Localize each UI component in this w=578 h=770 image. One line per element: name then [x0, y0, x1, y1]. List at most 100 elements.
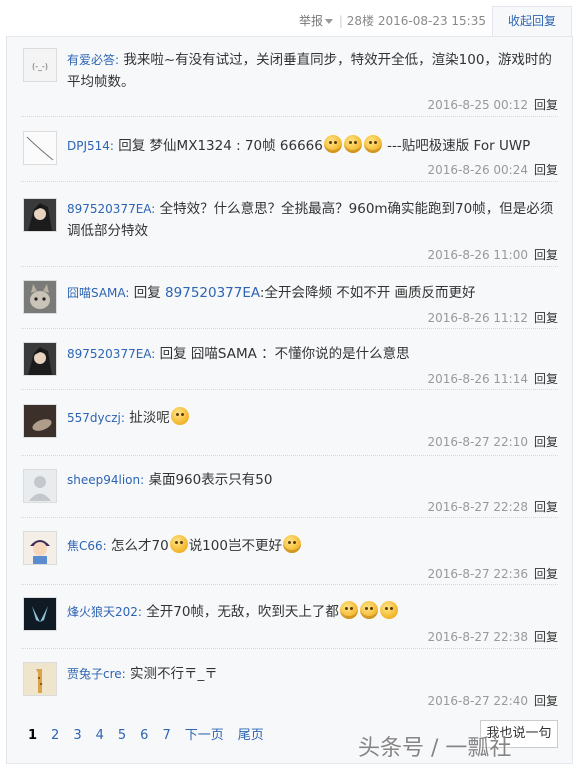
chevron-down-icon[interactable]: [325, 18, 334, 24]
face-icon[interactable]: (-_-): [23, 48, 57, 82]
page-link[interactable]: 2: [51, 728, 59, 743]
reply-item: 897520377EA: 回复 囧喵SAMA ：不懂你说的是什么意思 2016-…: [7, 329, 572, 390]
reply-content: 557dyczj: 扯淡呢: [67, 407, 556, 429]
svg-text:(-_-): (-_-): [32, 62, 48, 71]
reply-time: 2016-8-27 22:28: [427, 500, 528, 514]
reply-button[interactable]: 回复: [534, 248, 558, 262]
reply-item: 897520377EA: 全特效？什么意思？全挑最高？960m确实能跑到70帧，…: [7, 182, 572, 267]
reply-button[interactable]: 回复: [534, 500, 558, 514]
reply-text: 说100岂不更好: [188, 538, 282, 554]
giraffe-avatar-icon[interactable]: [23, 662, 57, 696]
reply-text: 回复 梦仙MX1324 : 70帧 66666: [118, 138, 323, 154]
page-link[interactable]: 5: [118, 728, 126, 743]
reply-username[interactable]: 557dyczj:: [67, 411, 125, 425]
floor-number: 28楼: [346, 14, 375, 28]
reply-button[interactable]: 回复: [534, 567, 558, 581]
reply-time: 2016-8-26 11:12: [427, 311, 528, 325]
reply-username[interactable]: 焦C66:: [67, 539, 107, 553]
reply-text: 我来啦~有没有试过，关闭垂直同步，特效开全低，渲染100，游戏时的平均帧数。: [67, 52, 552, 90]
reply-content: sheep94lion: 桌面960表示只有50: [67, 469, 556, 491]
collapse-replies-button[interactable]: 收起回复: [492, 6, 572, 37]
reply-content: DPJ514: 回复 梦仙MX1324 : 70帧 66666 ---贴吧极速版…: [67, 135, 556, 157]
reply-time: 2016-8-25 00:12: [427, 98, 528, 112]
surprised-emoji-icon: [170, 407, 189, 425]
reply-username[interactable]: sheep94lion:: [67, 473, 144, 487]
reply-username[interactable]: 烽火狼天202:: [67, 605, 142, 619]
reply-meta: 2016-8-27 22:10 回复: [427, 433, 558, 450]
page-link[interactable]: 7: [162, 728, 170, 743]
post-footer-bar: 举报 | 28楼 2016-08-23 15:35 收起回复: [0, 0, 578, 37]
reply-time: 2016-8-26 11:00: [427, 248, 528, 262]
page-link-current[interactable]: 1: [28, 728, 37, 743]
dark-avatar-icon[interactable]: [23, 404, 57, 438]
reply-username[interactable]: DPJ514:: [67, 139, 114, 153]
mention-link[interactable]: 897520377EA: [165, 285, 260, 301]
reply-text: :全开会降频 不如不开 画质反而更好: [259, 285, 476, 301]
reply-meta: 2016-8-26 11:12 回复: [427, 309, 558, 326]
reply-button[interactable]: 回复: [534, 694, 558, 708]
post-meta: 举报 | 28楼 2016-08-23 15:35: [299, 12, 486, 29]
reply-button[interactable]: 回复: [534, 630, 558, 644]
smile-emoji-icon: [359, 601, 378, 619]
reply-time: 2016-8-27 22:10: [427, 435, 528, 449]
reply-meta: 2016-8-27 22:28 回复: [427, 498, 558, 515]
reply-username[interactable]: 贾兔子cre:: [67, 667, 126, 681]
post-time: 2016-08-23 15:35: [377, 14, 486, 28]
line-icon[interactable]: [23, 131, 57, 165]
reply-username[interactable]: 897520377EA:: [67, 202, 155, 216]
divider: |: [338, 14, 343, 28]
reply-suffix: ---贴吧极速版 For UWP: [387, 138, 531, 154]
reply-content: 焦C66: 怎么才70 说100岂不更好: [67, 535, 556, 557]
reply-item: 焦C66: 怎么才70 说100岂不更好 2016-8-27 22:36 回复: [7, 518, 572, 585]
smile-emoji-icon: [323, 135, 342, 153]
reply-username[interactable]: 897520377EA:: [67, 347, 155, 361]
reply-username[interactable]: 有爱必答:: [67, 53, 119, 67]
reply-text: 扯淡呢: [129, 410, 170, 426]
reply-content: 囧喵SAMA: 回复 897520377EA:全开会降频 不如不开 画质反而更好: [67, 282, 556, 304]
reply-content: 897520377EA: 全特效？什么意思？全挑最高？960m确实能跑到70帧，…: [67, 198, 556, 242]
reply-meta: 2016-8-27 22:38 回复: [427, 628, 558, 645]
cat-avatar-icon[interactable]: [23, 280, 57, 314]
reply-item: DPJ514: 回复 梦仙MX1324 : 70帧 66666 ---贴吧极速版…: [7, 117, 572, 182]
reply-button[interactable]: 回复: [534, 311, 558, 325]
reply-item: 囧喵SAMA: 回复 897520377EA:全开会降频 不如不开 画质反而更好…: [7, 267, 572, 329]
smile-emoji-icon: [343, 135, 362, 153]
reply-content: 897520377EA: 回复 囧喵SAMA ：不懂你说的是什么意思: [67, 343, 556, 365]
reply-button[interactable]: 回复: [534, 98, 558, 112]
wings-avatar-icon[interactable]: [23, 597, 57, 631]
reply-time: 2016-8-27 22:38: [427, 630, 528, 644]
reply-prefix: 回复: [133, 285, 166, 301]
report-button[interactable]: 举报: [299, 14, 323, 28]
cartoon-boy-icon[interactable]: [23, 531, 57, 565]
page-link[interactable]: 3: [73, 728, 81, 743]
reply-content: 有爱必答: 我来啦~有没有试过，关闭垂直同步，特效开全低，渲染100，游戏时的平…: [67, 49, 556, 93]
reply-item: (-_-) 有爱必答: 我来啦~有没有试过，关闭垂直同步，特效开全低，渲染100…: [7, 37, 572, 117]
reply-button[interactable]: 回复: [534, 435, 558, 449]
anime-avatar-icon[interactable]: [23, 198, 57, 232]
default-user-icon[interactable]: [23, 469, 57, 503]
reply-text: 桌面960表示只有50: [148, 472, 273, 488]
page-link[interactable]: 6: [140, 728, 148, 743]
reply-meta: 2016-8-25 00:12 回复: [427, 96, 558, 113]
last-page-link[interactable]: 尾页: [238, 728, 264, 743]
page-link[interactable]: 4: [96, 728, 104, 743]
smile-emoji-icon: [363, 135, 382, 153]
reply-text: 实测不行〒_〒: [130, 666, 218, 682]
reply-button[interactable]: 回复: [534, 372, 558, 386]
reply-meta: 2016-8-27 22:36 回复: [427, 565, 558, 582]
pagination: 1 2 3 4 5 6 7 下一页 尾页: [28, 724, 278, 743]
reply-button[interactable]: 回复: [534, 163, 558, 177]
reply-meta: 2016-8-26 11:14 回复: [427, 370, 558, 387]
reply-username[interactable]: 囧喵SAMA:: [67, 286, 129, 300]
next-page-link[interactable]: 下一页: [185, 728, 224, 743]
reply-time: 2016-8-27 22:36: [427, 567, 528, 581]
reply-text: 怎么才70: [111, 538, 169, 554]
anime-avatar-icon[interactable]: [23, 342, 57, 376]
reply-item: 557dyczj: 扯淡呢 2016-8-27 22:10 回复: [7, 390, 572, 456]
confused-emoji-icon: [169, 535, 188, 553]
reply-text: 全开70帧，无敌，吹到天上了都: [146, 604, 339, 620]
reply-content: 烽火狼天202: 全开70帧，无敌，吹到天上了都: [67, 601, 556, 623]
reply-text: 回复 囧喵SAMA ：不懂你说的是什么意思: [159, 346, 410, 362]
reply-time: 2016-8-26 00:24: [427, 163, 528, 177]
reply-item: 烽火狼天202: 全开70帧，无敌，吹到天上了都 2016-8-27 22:38…: [7, 585, 572, 649]
